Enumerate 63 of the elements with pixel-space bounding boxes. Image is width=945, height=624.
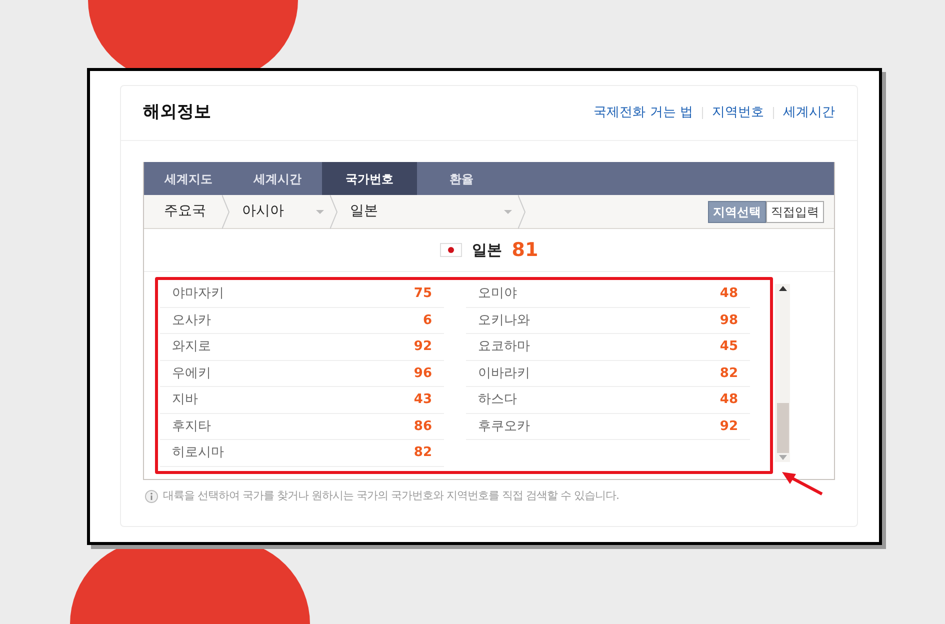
region-code: 45 — [720, 338, 738, 356]
dropdown[interactable]: 일본 — [338, 195, 518, 228]
region-row[interactable]: 요코하마 45 — [466, 334, 750, 360]
arrow-drawing — [780, 470, 824, 496]
region-code: 48 — [720, 391, 738, 409]
region-code: 82 — [414, 444, 432, 462]
chevron-separator-icon — [222, 194, 230, 228]
region-name: 하스다 — [478, 391, 517, 409]
info-icon — [145, 490, 158, 503]
header-link[interactable]: 국제전화 거는 법 — [594, 103, 693, 123]
region-row[interactable]: 와지로 92 — [160, 334, 444, 360]
japan-flag-icon — [440, 243, 462, 257]
region-row[interactable]: 우에키 96 — [160, 360, 444, 387]
region-row[interactable]: 오사카 6 — [160, 308, 444, 334]
scrollbar[interactable] — [775, 284, 790, 462]
tab[interactable]: 국가번호 — [322, 162, 417, 195]
region-name: 요코하마 — [478, 338, 530, 356]
chevron-separator-icon — [330, 194, 338, 228]
region-code: 43 — [414, 391, 432, 409]
scroll-thumb[interactable] — [776, 403, 788, 453]
header-link[interactable]: 지역번호 — [712, 103, 764, 123]
help-text: 대륙을 선택하여 국가를 찾거나 원하시는 국가의 국가번호와 지역번호를 직접 검색할 수 있습니다. — [163, 488, 619, 504]
region-row[interactable]: 히로시마 82 — [160, 440, 444, 466]
region-name: 후쿠오카 — [478, 418, 530, 436]
region-row[interactable]: 야마자키 75 — [160, 281, 444, 308]
region-name: 오키나와 — [478, 312, 530, 330]
region-code: 75 — [414, 285, 432, 303]
caret-icon — [504, 210, 512, 214]
region-name: 오사카 — [172, 312, 211, 330]
region-row[interactable]: 오키나와 98 — [466, 308, 750, 334]
region-row[interactable]: 후지타 86 — [160, 414, 444, 440]
region-row[interactable]: 오미야 48 — [466, 281, 750, 308]
region-code: 98 — [720, 312, 738, 330]
scroll-up-icon[interactable] — [778, 286, 786, 291]
dropdown[interactable]: 아시아 — [230, 195, 330, 228]
region-code: 86 — [414, 418, 432, 436]
region-row[interactable]: 후쿠오카 92 — [466, 414, 750, 440]
page-title: 해외정보 — [143, 101, 211, 124]
region-row[interactable]: 이바라키 82 — [466, 360, 750, 387]
country-name: 일본 — [472, 240, 502, 261]
country-code: 81 — [512, 238, 538, 263]
breadcrumb-item[interactable]: 주요국 — [144, 201, 222, 222]
region-name: 이바라키 — [478, 364, 530, 382]
caret-icon — [316, 210, 324, 214]
region-name: 히로시마 — [172, 444, 224, 462]
region-name: 와지로 — [172, 338, 211, 356]
region-name: 우에키 — [172, 364, 211, 382]
region-row[interactable]: 하스다 48 — [466, 387, 750, 414]
region-code: 48 — [720, 285, 738, 303]
header-link[interactable]: 세계시간 — [783, 103, 835, 123]
region-code: 82 — [720, 364, 738, 382]
region-code: 96 — [414, 364, 432, 382]
mode-button[interactable]: 직접입력 — [766, 200, 824, 222]
region-name: 오미야 — [478, 285, 517, 303]
region-name: 후지타 — [172, 418, 211, 436]
region-code: 92 — [720, 418, 738, 436]
region-row[interactable]: 지바 43 — [160, 387, 444, 414]
region-code: 92 — [414, 338, 432, 356]
region-code: 6 — [422, 312, 432, 330]
region-name: 야마자키 — [172, 285, 224, 303]
chevron-separator-icon — [518, 194, 526, 228]
scroll-down-icon[interactable] — [778, 455, 786, 460]
region-name: 지바 — [172, 391, 198, 409]
